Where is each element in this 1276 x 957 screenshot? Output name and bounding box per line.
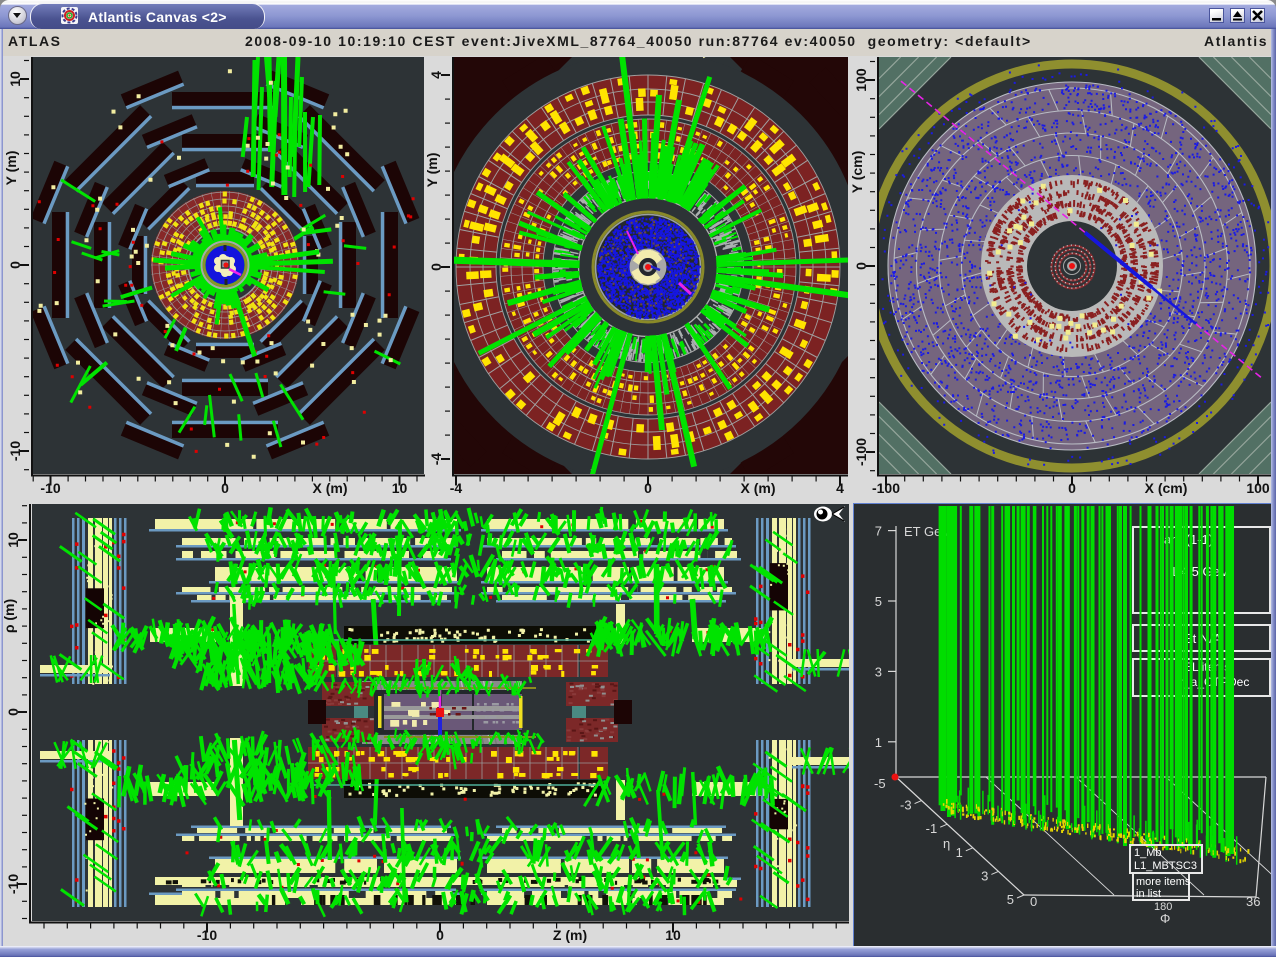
svg-text:0: 0	[1030, 894, 1037, 909]
svg-text:3: 3	[981, 868, 988, 883]
svg-text:-1: -1	[926, 821, 938, 836]
svg-text:1: 1	[956, 845, 963, 860]
svg-text:in list: in list	[1136, 888, 1161, 900]
svg-text:5: 5	[875, 594, 882, 609]
svg-text:7: 7	[875, 524, 882, 539]
svg-text:5: 5	[1007, 892, 1014, 907]
svg-text:L1_MBTSC3: L1_MBTSC3	[1134, 860, 1197, 872]
svg-text:more items: more items	[1136, 876, 1191, 888]
svg-text:1_Mb: 1_Mb	[1134, 847, 1162, 859]
svg-text:1: 1	[875, 735, 882, 750]
svg-text:η: η	[943, 836, 950, 851]
svg-text:Φ: Φ	[1160, 911, 1170, 926]
svg-text:3: 3	[875, 664, 882, 679]
svg-text:-5: -5	[874, 776, 886, 791]
svg-text:-3: -3	[900, 798, 912, 813]
svg-text:180: 180	[1154, 901, 1172, 913]
svg-text:36: 36	[1246, 894, 1260, 909]
